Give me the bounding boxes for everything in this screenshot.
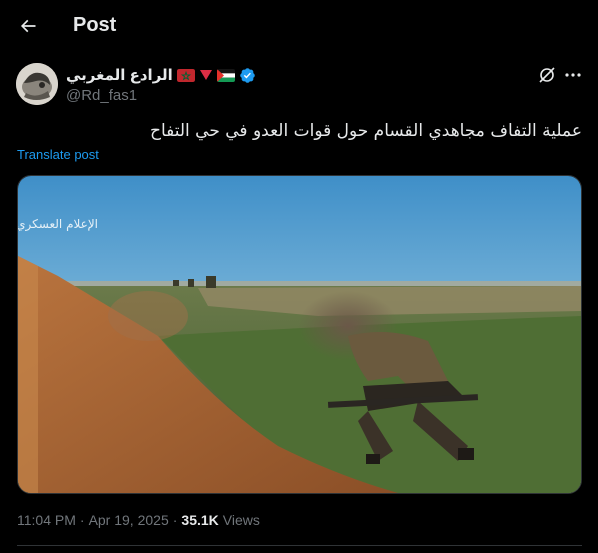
avatar[interactable] <box>16 63 58 105</box>
post-media[interactable]: الإعلام العسكري <box>17 175 582 494</box>
views-label: Views <box>222 512 260 528</box>
grok-button[interactable] <box>537 65 557 85</box>
more-icon <box>565 73 581 77</box>
palestine-flag <box>216 68 235 82</box>
views-count[interactable]: 35.1K <box>181 512 218 528</box>
back-button[interactable] <box>14 12 42 40</box>
author-display-name[interactable]: الرادع المغربي <box>66 66 173 84</box>
post-header: Post <box>0 0 598 53</box>
media-watermark: الإعلام العسكري <box>18 217 98 232</box>
post-meta: 11:04 PM · Apr 19, 2025 · 35.1K Views <box>17 512 260 528</box>
page-title: Post <box>73 14 117 36</box>
post-text: عملية التفاف مجاهدي القسام حول قوات العد… <box>149 121 582 141</box>
more-button[interactable] <box>562 64 584 86</box>
media-image: الإعلام العسكري <box>18 176 581 493</box>
post-date[interactable]: Apr 19, 2025 <box>89 512 169 528</box>
translate-post-link[interactable]: Translate post <box>17 147 99 162</box>
author-handle[interactable]: @Rd_fas1 <box>66 87 137 104</box>
morocco-flag <box>176 68 195 82</box>
back-arrow-icon <box>20 19 36 33</box>
divider <box>17 545 582 546</box>
author-name-row: الرادع المغربي <box>66 66 256 84</box>
grok-icon <box>539 67 555 83</box>
verified-badge-icon[interactable] <box>239 67 256 84</box>
meta-separator-2: · <box>172 512 178 528</box>
meta-separator: · <box>79 512 85 528</box>
red-triangle <box>199 70 212 80</box>
post-time[interactable]: 11:04 PM <box>17 512 76 528</box>
